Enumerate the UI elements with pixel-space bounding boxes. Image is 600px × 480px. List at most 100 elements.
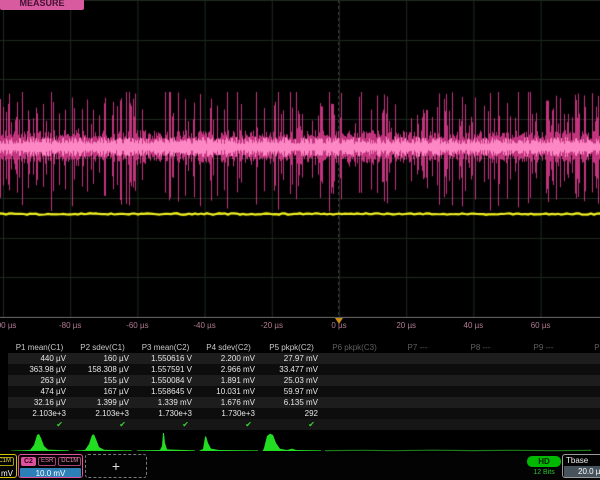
param-value: 1.399 µV (71, 397, 134, 408)
histicon-P5[interactable] (260, 431, 323, 453)
param-value: 59.97 mV (260, 386, 323, 397)
histicon-P2[interactable] (71, 431, 134, 453)
axis-tick-label: 0 µs (331, 321, 346, 330)
param-value (386, 408, 449, 419)
param-value: 1.676 mV (197, 397, 260, 408)
param-value (575, 408, 600, 419)
param-value: 363.98 µV (8, 364, 71, 375)
param-value (449, 397, 512, 408)
param-value (449, 353, 512, 364)
param-value (512, 408, 575, 419)
hd-mode-badge: HD (527, 456, 561, 467)
top-left-menu-highlight[interactable]: MEASURE (0, 0, 84, 10)
param-value: 1.550616 V (134, 353, 197, 364)
param-value (575, 364, 600, 375)
param-value (512, 386, 575, 397)
axis-tick-label: 60 µs (531, 321, 551, 330)
param-value (512, 364, 575, 375)
param-header[interactable]: P9 --- (512, 342, 575, 353)
esr-badge-c2: ESR (38, 457, 56, 466)
histicon-P3[interactable] (134, 431, 197, 453)
param-value (386, 386, 449, 397)
param-header[interactable]: P8 --- (449, 342, 512, 353)
vertical-scale-c1[interactable]: 10.0 mV (0, 468, 15, 478)
axis-tick-label: -100 µs (0, 321, 16, 330)
param-header[interactable]: P1 mean(C1) (8, 342, 71, 353)
param-header[interactable]: P5 pkpk(C2) (260, 342, 323, 353)
param-value: 440 µV (8, 353, 71, 364)
axis-tick-label: -20 µs (261, 321, 283, 330)
param-value (449, 408, 512, 419)
axis-tick-label: 20 µs (396, 321, 416, 330)
param-value (323, 353, 386, 364)
param-status-icon: ✔ (8, 419, 71, 430)
descriptor-bar: DC1M 10.0 mV C2 ESR DC1M 10.0 mV + HD 12… (0, 453, 600, 480)
histicon-P4[interactable] (197, 431, 260, 453)
param-value: 25.03 mV (260, 375, 323, 386)
param-value: 155 µV (71, 375, 134, 386)
param-value (575, 375, 600, 386)
histicon-P1[interactable] (8, 431, 71, 453)
hd-bits-label: 12 Bits (527, 469, 561, 476)
param-value (323, 408, 386, 419)
param-value: 1.557591 V (134, 364, 197, 375)
param-header[interactable]: P3 mean(C2) (134, 342, 197, 353)
channel-descriptor-c1[interactable]: DC1M 10.0 mV (0, 454, 17, 478)
coupling-badge-c1: DC1M (0, 457, 14, 466)
param-value: 1.558645 V (134, 386, 197, 397)
channel-descriptor-c2[interactable]: C2 ESR DC1M 10.0 mV (18, 454, 83, 478)
param-value: 2.966 mV (197, 364, 260, 375)
param-status-icon: ✔ (260, 419, 323, 430)
param-value: 167 µV (71, 386, 134, 397)
vertical-scale-c2[interactable]: 10.0 mV (20, 468, 81, 478)
measurement-table: P1 mean(C1)P2 sdev(C1)P3 mean(C2)P4 sdev… (8, 342, 600, 430)
param-value: 1.730e+3 (134, 408, 197, 419)
param-value (575, 353, 600, 364)
param-value: 6.135 mV (260, 397, 323, 408)
waveform-display[interactable] (0, 0, 600, 318)
axis-tick-label: -40 µs (193, 321, 215, 330)
param-value (512, 353, 575, 364)
param-status-icon: ✔ (197, 419, 260, 430)
param-value: 32.16 µV (8, 397, 71, 408)
axis-tick-label: -60 µs (126, 321, 148, 330)
add-trace-button[interactable]: + (85, 454, 147, 478)
param-value: 158.308 µV (71, 364, 134, 375)
timebase-descriptor[interactable]: Tbase 20.0 µs/div (562, 454, 600, 478)
param-value: 2.103e+3 (71, 408, 134, 419)
param-value: 292 (260, 408, 323, 419)
param-header[interactable]: P7 --- (386, 342, 449, 353)
param-value (386, 375, 449, 386)
param-value (575, 397, 600, 408)
axis-tick-label: -80 µs (59, 321, 81, 330)
param-value: 474 µV (8, 386, 71, 397)
channel-label-c2: C2 (21, 457, 36, 466)
param-value (512, 375, 575, 386)
param-value: 1.891 mV (197, 375, 260, 386)
param-value (323, 364, 386, 375)
param-value: 263 µV (8, 375, 71, 386)
param-header[interactable]: P10 --- (575, 342, 600, 353)
param-value (449, 386, 512, 397)
timebase-value: 20.0 µs/div (564, 466, 600, 477)
param-status-icon: ✔ (134, 419, 197, 430)
param-value (386, 397, 449, 408)
param-value (386, 353, 449, 364)
param-value (386, 364, 449, 375)
param-value: 27.97 mV (260, 353, 323, 364)
param-value (323, 375, 386, 386)
param-value (512, 397, 575, 408)
param-header[interactable]: P6 pkpk(C3) (323, 342, 386, 353)
param-value: 10.031 mV (197, 386, 260, 397)
oscilloscope-screen: MEASURE -100 µs -80 µs -60 µs -40 µs -20 µs 0… (0, 0, 600, 480)
timebase-label: Tbase (563, 455, 600, 466)
param-value: 1.550084 V (134, 375, 197, 386)
axis-tick-label: 40 µs (464, 321, 484, 330)
param-status-icon (512, 419, 575, 430)
param-header[interactable]: P2 sdev(C1) (71, 342, 134, 353)
param-status-icon (323, 419, 386, 430)
param-header[interactable]: P4 sdev(C2) (197, 342, 260, 353)
param-value: 1.730e+3 (197, 408, 260, 419)
param-value: 33.477 mV (260, 364, 323, 375)
param-value: 160 µV (71, 353, 134, 364)
